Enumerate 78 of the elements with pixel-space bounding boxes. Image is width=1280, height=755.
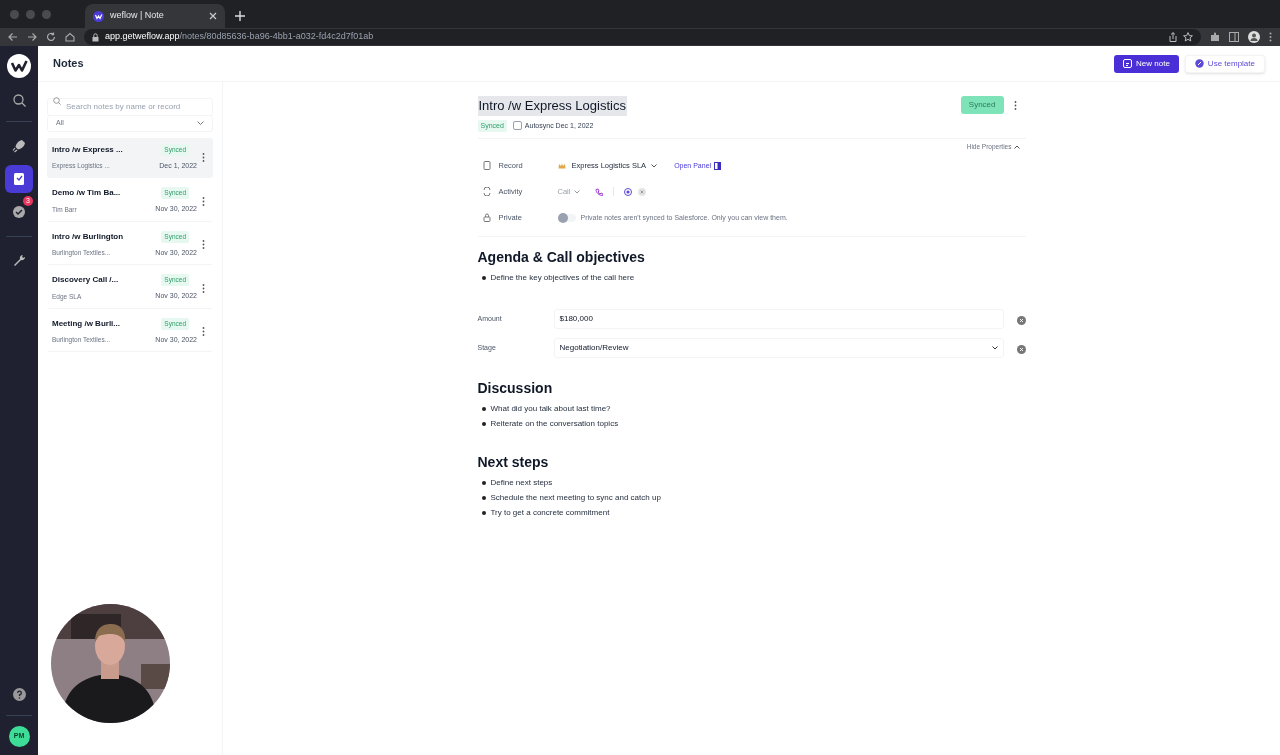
chevron-down-icon	[991, 345, 998, 350]
panel-icon	[714, 161, 722, 170]
more-icon[interactable]	[202, 153, 205, 162]
search-icon[interactable]	[12, 94, 26, 107]
checkmark-icon	[11, 204, 27, 220]
bullet-text: Define next steps	[490, 477, 553, 490]
chevron-down-icon	[651, 163, 658, 168]
note-title: Intro /w Burlington	[52, 230, 124, 243]
bullet-text: Define the key objectives of the call here	[490, 272, 635, 285]
home-icon[interactable]	[65, 32, 75, 42]
chevron-down-icon	[197, 121, 204, 126]
more-icon[interactable]	[1013, 100, 1017, 110]
amount-field[interactable]: $180,000	[553, 308, 1004, 329]
use-template-button[interactable]: Use template	[1184, 54, 1265, 73]
new-tab-icon[interactable]	[235, 11, 245, 21]
crown-icon	[557, 162, 566, 169]
clear-icon[interactable]	[1016, 316, 1026, 326]
bullet-icon	[481, 511, 486, 516]
logo-icon[interactable]	[7, 54, 31, 78]
note-title: Discovery Call /...	[52, 274, 119, 287]
search-field[interactable]: Search notes by name or record	[47, 97, 213, 116]
sync-button[interactable]: Synced	[960, 96, 1004, 114]
page-title: Notes	[53, 56, 84, 72]
address-bar[interactable]: app.getweflow.app/notes/80d85636-ba96-4bb1-a032-fd4c2d7f01ab	[84, 29, 1201, 45]
note-title: Meeting /w Burli...	[52, 317, 120, 330]
template-icon	[1194, 59, 1204, 68]
nav-item[interactable]	[5, 165, 33, 193]
search-icon	[53, 97, 61, 105]
star-icon[interactable]	[1183, 32, 1193, 42]
private-toggle[interactable]	[557, 213, 576, 222]
logo-icon	[93, 10, 104, 22]
section-heading: Discussion	[477, 378, 554, 398]
note-title: Intro /w Express Logistics	[477, 96, 627, 116]
extensions-icon[interactable]	[1210, 32, 1220, 42]
note-title: Demo /w Tim Ba...	[52, 187, 121, 200]
forward-icon[interactable]	[27, 32, 37, 42]
more-icon[interactable]	[202, 196, 205, 206]
bullet-text: Reiterate on the conversation topics	[490, 418, 619, 431]
note-icon	[1123, 59, 1133, 68]
share-icon[interactable]	[1169, 32, 1177, 42]
more-icon[interactable]	[202, 327, 205, 336]
tab-title: weflow | Note	[110, 9, 165, 23]
url-text: app.getweflow.app/notes/80d85636-ba96-4bb1-a032-fd4c2d7f01ab	[105, 30, 374, 44]
phone-icon[interactable]	[595, 187, 604, 196]
bullet-text: Try to get a concrete commitment	[490, 507, 610, 520]
note-icon	[11, 171, 27, 187]
chevron-down-icon	[574, 189, 581, 194]
menu-icon[interactable]	[1269, 32, 1272, 42]
more-icon[interactable]	[202, 240, 205, 249]
lock-icon	[92, 32, 99, 42]
bullet-text: What did you talk about last time?	[490, 403, 611, 416]
section-heading: Agenda & Call objectives	[477, 247, 646, 267]
sidebar-icon[interactable]	[1229, 32, 1239, 42]
chevron-up-icon	[1013, 144, 1020, 149]
more-icon[interactable]	[202, 283, 205, 293]
autosync-checkbox[interactable]	[512, 121, 522, 131]
close-icon[interactable]	[209, 12, 217, 20]
note-title: Intro /w Express ...	[52, 143, 123, 156]
new-note-button[interactable]: New note	[1114, 54, 1179, 73]
activity-icon	[482, 187, 491, 197]
bullet-icon	[481, 481, 486, 486]
stage-dropdown[interactable]: Negotiation/Review	[553, 337, 1004, 358]
bullet-icon	[481, 276, 486, 281]
profile-icon[interactable]	[1248, 31, 1260, 43]
reload-icon[interactable]	[46, 32, 56, 42]
clear-icon[interactable]	[1016, 345, 1026, 355]
rocket-icon	[11, 138, 27, 154]
bullet-icon	[481, 496, 486, 501]
bullet-text: Schedule the next meeting to sync and catch up	[490, 492, 661, 505]
section-heading: Next steps	[477, 452, 550, 472]
back-icon[interactable]	[8, 32, 18, 42]
target-icon[interactable]	[624, 187, 633, 196]
bullet-icon	[481, 422, 486, 427]
record-icon	[482, 161, 491, 171]
bullet-icon	[481, 407, 486, 412]
browser-tab[interactable]: weflow | Note	[85, 4, 225, 28]
lock-icon	[482, 213, 491, 223]
help-icon[interactable]	[12, 688, 26, 701]
